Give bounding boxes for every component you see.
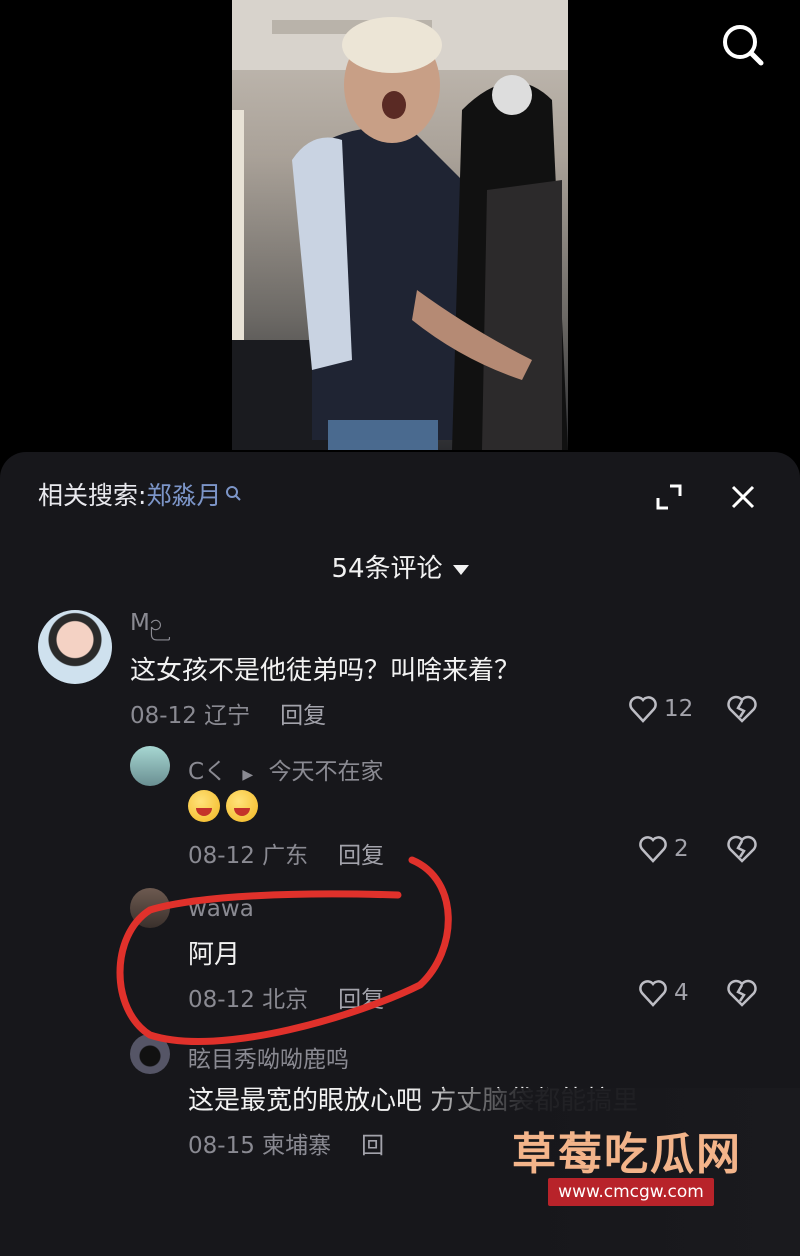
watermark-title: 草莓吃瓜网	[512, 1129, 742, 1180]
annotation-circle	[116, 856, 452, 1045]
watermark-url: www.cmcgw.com	[548, 1178, 714, 1206]
